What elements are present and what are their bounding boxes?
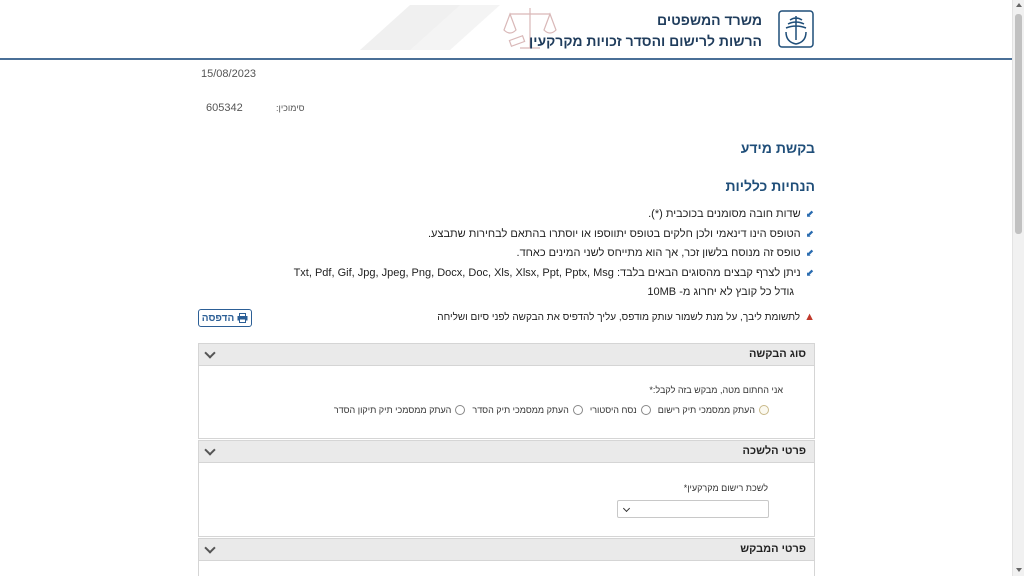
- chevron-down-icon: [622, 504, 631, 513]
- page: משרד המשפטים הרשות לרישום והסדר זכויות מ…: [0, 0, 1024, 576]
- panel-title: פרטי המבקש: [740, 543, 806, 555]
- panel-title: פרטי הלשכה: [742, 445, 806, 457]
- arrow-icon: ⬋: [805, 248, 814, 259]
- guideline-item: ⬋ שדות חובה מסומנים בכוכבית (*).: [254, 205, 814, 225]
- chevron-down-icon[interactable]: [204, 444, 216, 456]
- radio-option-settlement-file[interactable]: העתק ממסמכי תיק הסדר: [472, 405, 583, 415]
- bureau-select-label: לשכת רישום מקרקעין*: [683, 483, 768, 493]
- scroll-down-arrow-icon[interactable]: [1016, 568, 1022, 572]
- guidelines-title: הנחיות כלליות: [725, 178, 815, 194]
- guideline-item: ⬋ הטופס הינו דינאמי ולכן חלקים בטופס יתוו…: [254, 225, 814, 245]
- radio-button[interactable]: [455, 405, 466, 415]
- radio-button[interactable]: [640, 405, 651, 415]
- reference-label: סימוכין:: [276, 103, 305, 113]
- print-button-label: הדפסה: [201, 312, 235, 324]
- guideline-item: ⬋ טופס זה מנוסח בלשון זכר, אך הוא מתייחס …: [254, 244, 814, 264]
- scrollbar-thumb[interactable]: [1015, 14, 1022, 234]
- guideline-text: ניתן לצרף קבצים מהסוגים הבאים בלבד: Txt,…: [293, 266, 801, 279]
- chevron-down-icon[interactable]: [204, 542, 216, 554]
- state-emblem-icon: [778, 10, 814, 48]
- radio-option-historical-extract[interactable]: נסח היסטורי: [590, 405, 651, 415]
- radio-label: העתק ממסמכי תיק תיקון הסדר: [333, 405, 452, 415]
- guideline-text: טופס זה מנוסח בלשון זכר, אך הוא מתייחס ל…: [516, 247, 801, 259]
- requester-panel: פרטי המבקש: [198, 538, 815, 576]
- bureau-panel-header[interactable]: פרטי הלשכה: [199, 441, 814, 463]
- arrow-icon: ⬋: [805, 209, 814, 220]
- radio-label: העתק ממסמכי תיק הסדר: [472, 405, 569, 415]
- warning-icon: ▲: [804, 311, 815, 323]
- guidelines-list: ⬋ שדות חובה מסומנים בכוכבית (*). ⬋ הטופס ה…: [254, 205, 814, 302]
- site-header: משרד המשפטים הרשות לרישום והסדר זכויות מ…: [0, 0, 1012, 60]
- radio-label: העתק ממסמכי תיק רישום: [657, 405, 755, 415]
- guideline-text: שדות חובה מסומנים בכוכבית (*).: [648, 208, 801, 220]
- chevron-down-icon[interactable]: [204, 347, 216, 359]
- arrow-icon: ⬋: [805, 267, 814, 279]
- requester-panel-header[interactable]: פרטי המבקש: [199, 539, 814, 561]
- print-warning: ▲לתשומת ליבך, על מנת לשמור עותק מודפס, ע…: [437, 311, 815, 323]
- printer-icon: [237, 313, 248, 323]
- radio-option-registration-file[interactable]: העתק ממסמכי תיק רישום: [658, 405, 769, 415]
- bureau-select[interactable]: [617, 500, 769, 518]
- vertical-scrollbar[interactable]: [1012, 0, 1024, 576]
- reference-number: 605342: [206, 102, 243, 114]
- radio-option-settlement-correction-file[interactable]: העתק ממסמכי תיק תיקון הסדר: [334, 405, 466, 415]
- radio-label: נסח היסטורי: [589, 405, 637, 415]
- request-type-radio-group: העתק ממסמכי תיק רישום נסח היסטורי העתק מ…: [331, 405, 769, 415]
- request-date: 15/08/2023: [201, 68, 257, 80]
- authority-name: הרשות לרישום והסדר זכויות מקרקעין: [529, 33, 762, 49]
- warning-text: לתשומת ליבך, על מנת לשמור עותק מודפס, על…: [437, 312, 801, 323]
- ministry-name: משרד המשפטים: [657, 12, 762, 28]
- panel-title: סוג הבקשה: [748, 348, 806, 360]
- radio-button[interactable]: [572, 405, 583, 415]
- request-type-label: אני החתום מטה, מבקש בזה לקבל:*: [649, 385, 783, 395]
- bureau-panel: פרטי הלשכה לשכת רישום מקרקעין*: [198, 440, 815, 537]
- request-type-panel-header[interactable]: סוג הבקשה: [199, 344, 814, 366]
- arrow-icon: ⬋: [805, 228, 814, 240]
- print-button[interactable]: הדפסה: [198, 309, 252, 327]
- page-title: בקשת מידע: [740, 140, 815, 156]
- file-size-note: גודל כל קובץ לא יחרוג מ- 10MB: [647, 286, 794, 298]
- request-type-panel: סוג הבקשה אני החתום מטה, מבקש בזה לקבל:*…: [198, 343, 815, 439]
- header-background-graphic: [360, 5, 557, 50]
- guideline-item: ⬋ ניתן לצרף קבצים מהסוגים הבאים בלבד: Txt…: [254, 264, 814, 284]
- radio-button[interactable]: [759, 405, 769, 415]
- guideline-text: הטופס הינו דינאמי ולכן חלקים בטופס יתווס…: [428, 227, 801, 240]
- scroll-up-arrow-icon[interactable]: [1016, 3, 1022, 7]
